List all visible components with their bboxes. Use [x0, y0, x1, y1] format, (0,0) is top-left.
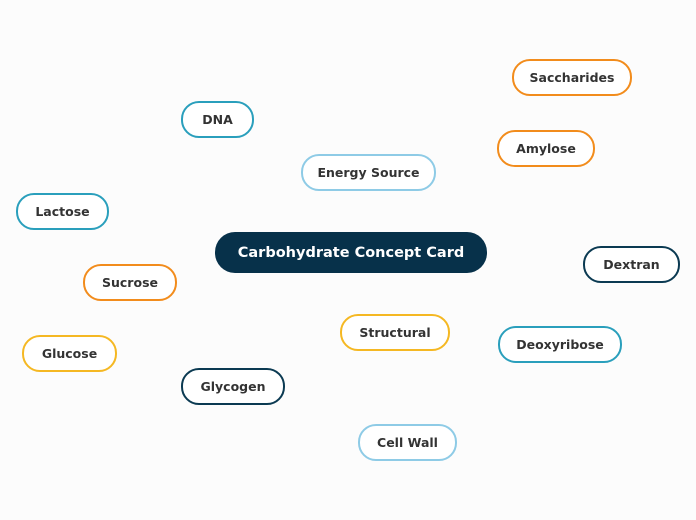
topic-label: Sucrose [102, 275, 158, 290]
topic-energy-source[interactable]: Energy Source [301, 154, 436, 191]
mind-map-canvas: Carbohydrate Concept Card Saccharides Am… [0, 0, 696, 520]
topic-dna[interactable]: DNA [181, 101, 254, 138]
topic-label: Saccharides [529, 70, 615, 85]
topic-deoxyribose[interactable]: Deoxyribose [498, 326, 622, 363]
topic-structural[interactable]: Structural [340, 314, 450, 351]
topic-label: Lactose [35, 204, 90, 219]
topic-label: Amylose [516, 141, 576, 156]
topic-label: Glycogen [200, 379, 266, 394]
central-topic[interactable]: Carbohydrate Concept Card [215, 232, 487, 273]
topic-sucrose[interactable]: Sucrose [83, 264, 177, 301]
topic-label: Energy Source [317, 165, 420, 180]
topic-glycogen[interactable]: Glycogen [181, 368, 285, 405]
topic-label: Cell Wall [377, 435, 438, 450]
topic-dextran[interactable]: Dextran [583, 246, 680, 283]
topic-label: Dextran [603, 257, 660, 272]
topic-glucose[interactable]: Glucose [22, 335, 117, 372]
topic-cell-wall[interactable]: Cell Wall [358, 424, 457, 461]
topic-label: DNA [202, 112, 233, 127]
topic-lactose[interactable]: Lactose [16, 193, 109, 230]
central-topic-label: Carbohydrate Concept Card [237, 244, 465, 261]
topic-label: Structural [359, 325, 431, 340]
topic-saccharides[interactable]: Saccharides [512, 59, 632, 96]
topic-amylose[interactable]: Amylose [497, 130, 595, 167]
topic-label: Deoxyribose [516, 337, 604, 352]
topic-label: Glucose [41, 346, 98, 361]
